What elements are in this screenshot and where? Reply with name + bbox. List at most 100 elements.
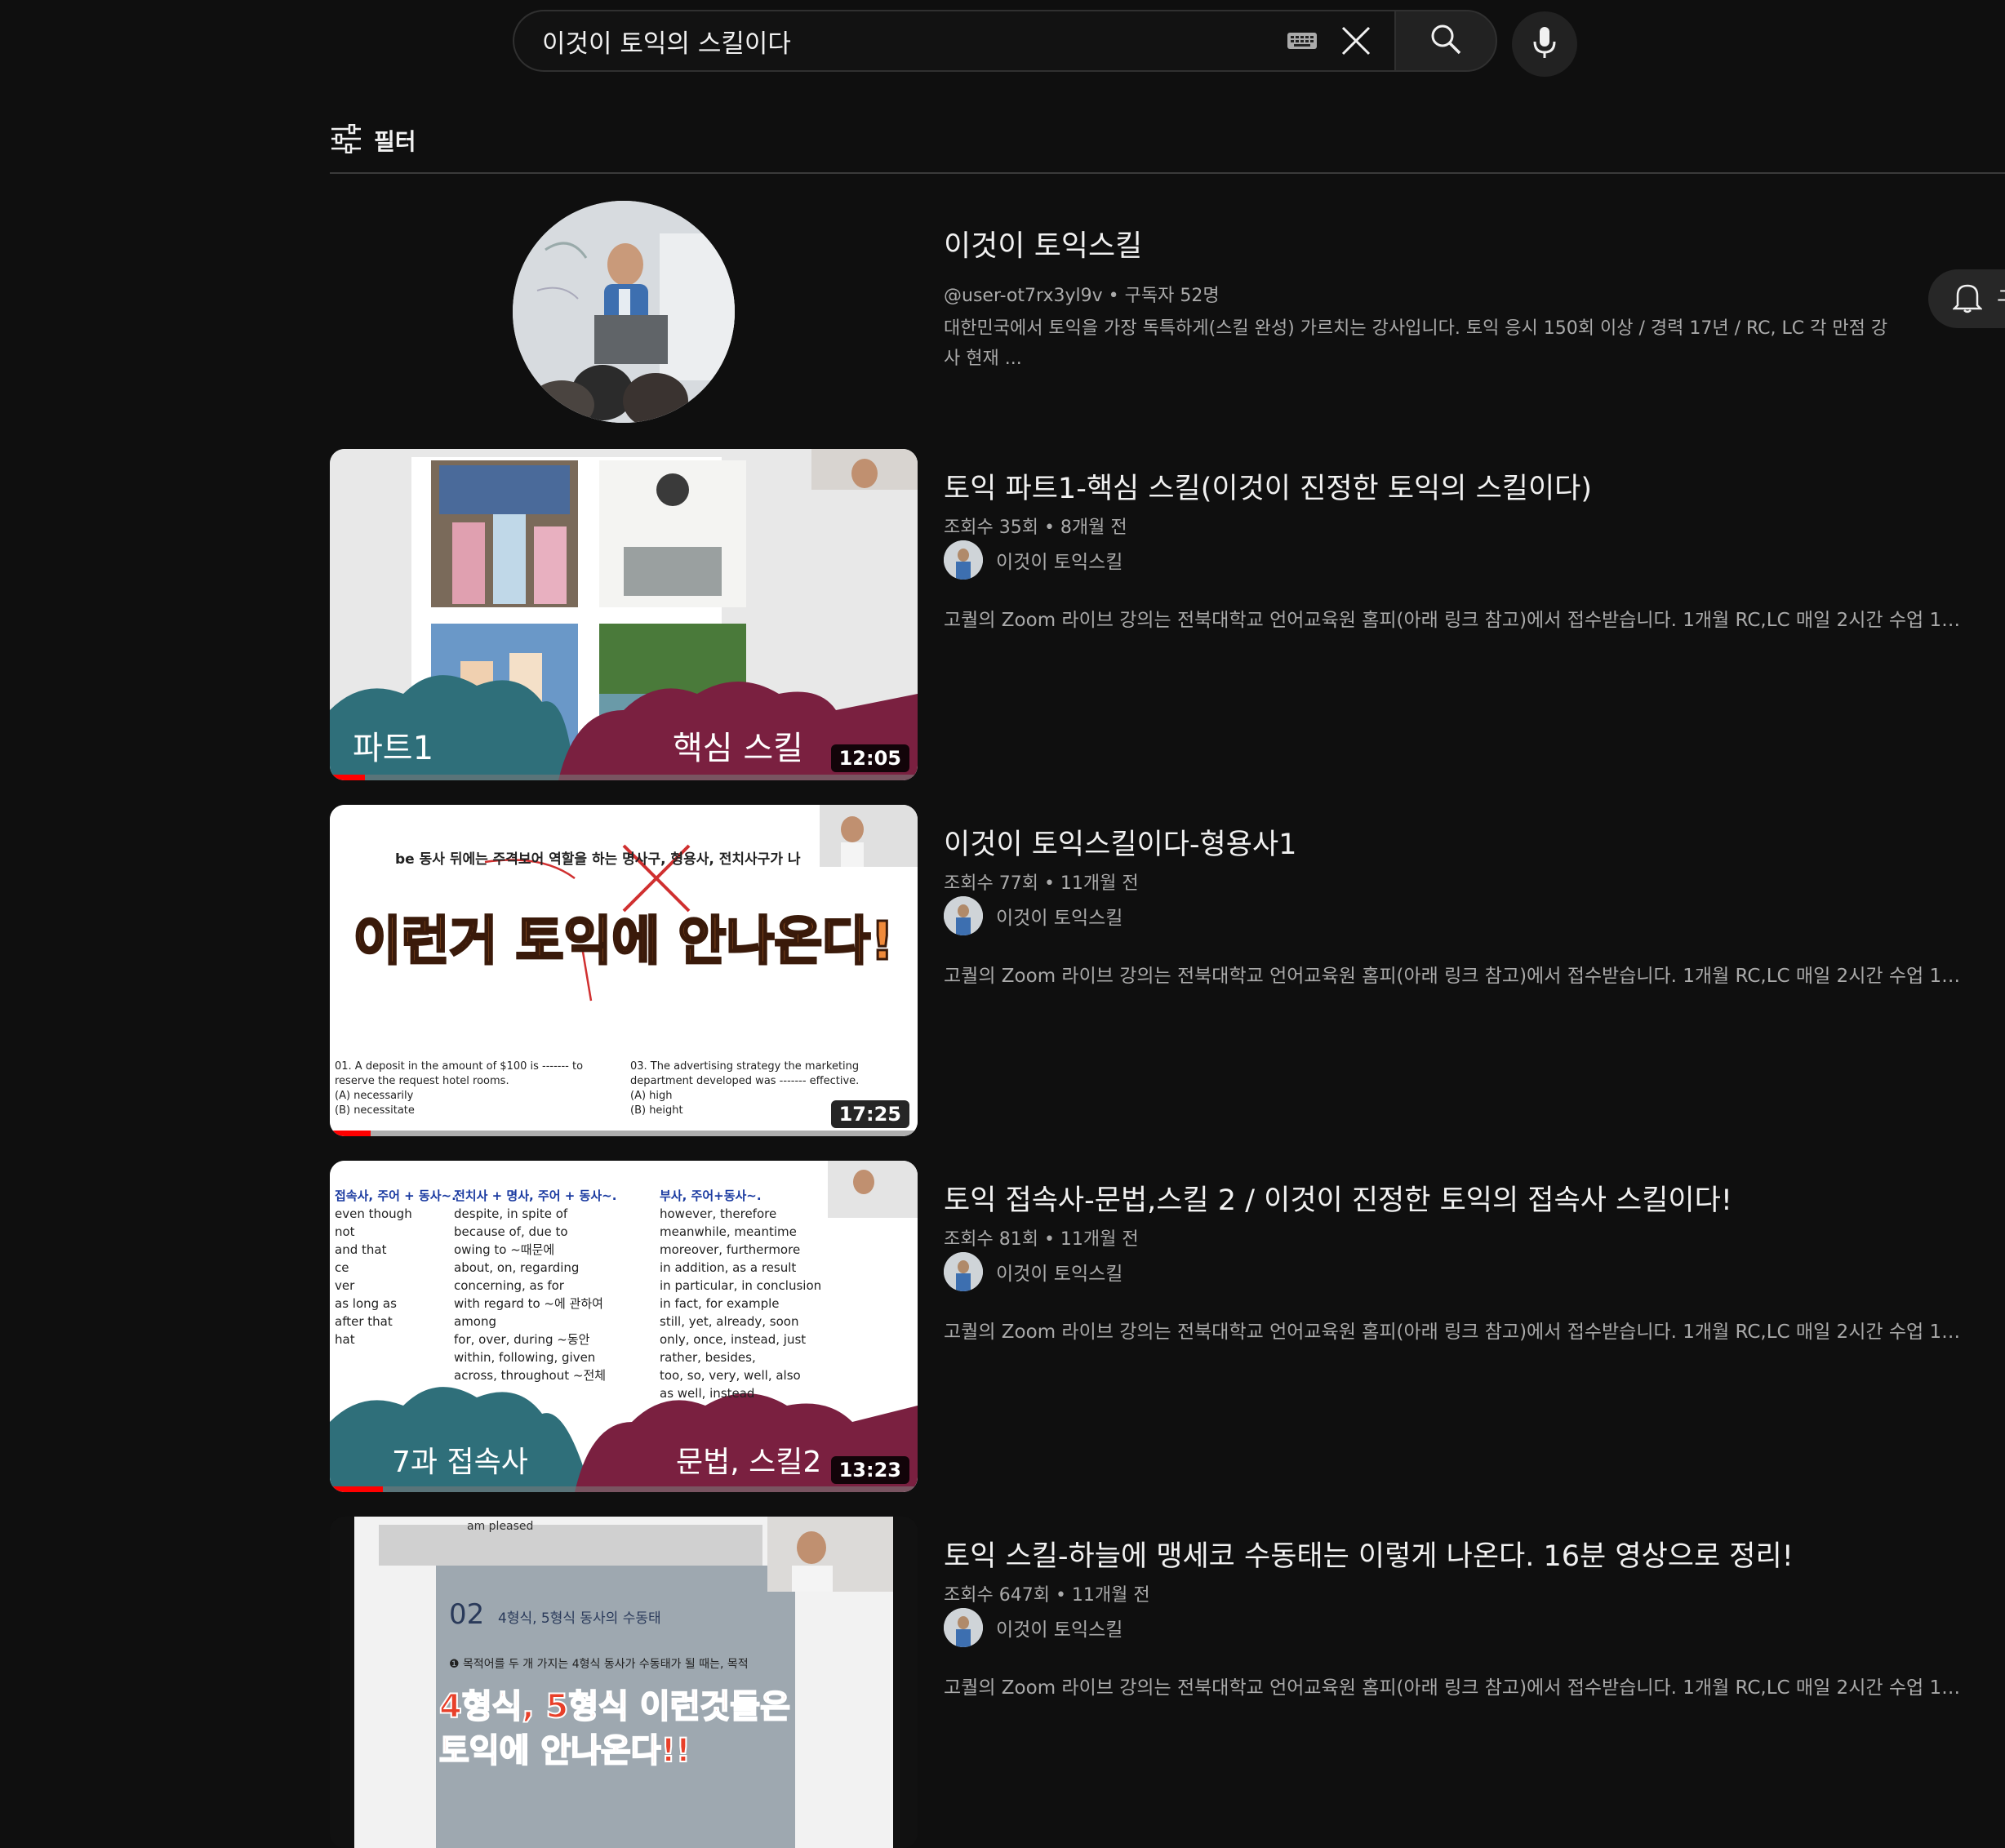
watch-progress-fill bbox=[330, 775, 366, 780]
video-title[interactable]: 토익 스킬-하늘에 맹세코 수동태는 이렇게 나온다. 16분 영상으로 정리! bbox=[944, 1533, 1794, 1575]
column-line: in fact, for example bbox=[660, 1296, 780, 1311]
video-age: 11개월 전 bbox=[1060, 873, 1139, 894]
column-heading: 부사, 주어+동사~. bbox=[660, 1188, 762, 1203]
video-channel-name[interactable]: 이것이 토익스킬 bbox=[996, 546, 1123, 574]
keyboard-icon[interactable] bbox=[1287, 31, 1318, 51]
video-title[interactable]: 토익 접속사-문법,스킬 2 / 이것이 진정한 토익의 접속사 스킬이다! bbox=[944, 1177, 1732, 1219]
video-duration: 13:23 bbox=[830, 1456, 909, 1484]
video-description: 고퀄의 Zoom 라이브 강의는 전북대학교 언어교육원 홈피(아래 링크 참고… bbox=[944, 1677, 1964, 1699]
video-meta: 조회수 35회 • 8개월 전 bbox=[944, 518, 1127, 538]
filter-button[interactable]: 필터 bbox=[330, 123, 416, 157]
thumbnail-caption-1: 4형식, 5형식 이런것들은 bbox=[438, 1687, 791, 1726]
video-meta: 조회수 647회 • 11개월 전 bbox=[944, 1585, 1150, 1606]
column-lines: however, therefore meanwhile, meantime mor… bbox=[660, 1205, 831, 1402]
column-line: among bbox=[454, 1314, 497, 1329]
video-age: 11개월 전 bbox=[1071, 1585, 1150, 1606]
filter-label: 필터 bbox=[374, 128, 416, 155]
column-line: in particular, in conclusion bbox=[660, 1278, 822, 1293]
video-item: 파트1 핵심 스킬 12:05 토익 파트1-핵심 스킬(이것이 진정한 토익의… bbox=[330, 449, 2005, 780]
video-channel-name[interactable]: 이것이 토익스킬 bbox=[996, 1614, 1123, 1641]
column-line: rather, besides, bbox=[660, 1350, 756, 1365]
video-duration: 12:05 bbox=[830, 744, 909, 772]
column-line: because of, due to bbox=[454, 1224, 568, 1239]
channel-avatar-small[interactable] bbox=[944, 896, 983, 935]
divider bbox=[330, 172, 2005, 174]
video-channel-name[interactable]: 이것이 토익스킬 bbox=[996, 902, 1123, 930]
column-line: despite, in spite of bbox=[454, 1206, 568, 1221]
column-line: meanwhile, meantime bbox=[660, 1224, 797, 1239]
channel-avatar-small[interactable] bbox=[944, 1252, 983, 1291]
video-item: be 동사 뒤에는 주격보어 역할을 하는 명사구, 형용사, 전치사구가 나 … bbox=[330, 805, 2005, 1136]
column-lines: even though not and that ce ver as long as aft… bbox=[335, 1205, 457, 1348]
column-line: ver bbox=[335, 1278, 355, 1293]
channel-name[interactable]: 이것이 토익스킬 bbox=[944, 222, 1142, 264]
video-age: 11개월 전 bbox=[1060, 1229, 1139, 1250]
column-line: only, once, instead, just bbox=[660, 1332, 807, 1347]
video-views: 조회수 77회 bbox=[944, 873, 1038, 894]
video-description: 고퀄의 Zoom 라이브 강의는 전북대학교 언어교육원 홈피(아래 링크 참고… bbox=[944, 610, 1964, 631]
video-channel[interactable]: 이것이 토익스킬 bbox=[944, 896, 1123, 935]
video-thumbnail[interactable]: 파트1 핵심 스킬 12:05 bbox=[330, 449, 918, 780]
channel-description: 대한민국에서 토익을 가장 독특하게(스킬 완성) 가르치는 강사입니다. 토익… bbox=[944, 318, 1888, 369]
thumbnail-section-title: 4형식, 5형식 동사의 수동태 bbox=[498, 1610, 661, 1627]
subscribe-label: 구 bbox=[1997, 282, 2005, 315]
question-text: 01. A deposit in the amount of $100 is -… bbox=[335, 1060, 584, 1087]
thumbnail-caption: 이런거 토익에 안나온다! bbox=[352, 911, 896, 974]
thumbnail-left-text: 파트1 bbox=[353, 730, 434, 767]
filter-sliders-icon bbox=[330, 123, 362, 157]
video-title[interactable]: 토익 파트1-핵심 스킬(이것이 진정한 토익의 스킬이다) bbox=[944, 465, 1592, 507]
column-heading: 전치사 + 명사, 주어 + 동사~. bbox=[454, 1188, 617, 1203]
column-line: in addition, as a result bbox=[660, 1260, 797, 1275]
thumbnail-left-text: 7과 접속사 bbox=[392, 1446, 528, 1479]
watch-progress-bar bbox=[330, 775, 918, 780]
video-channel[interactable]: 이것이 토익스킬 bbox=[944, 1608, 1123, 1647]
channel-subscribers: 구독자 52명 bbox=[1124, 286, 1220, 306]
search-icon bbox=[1429, 23, 1462, 59]
column-line: even though bbox=[335, 1206, 412, 1221]
column-line: owing to ~때문에 bbox=[454, 1242, 555, 1257]
bell-icon bbox=[1951, 281, 1984, 317]
column-lines: despite, in spite of because of, due to ow… bbox=[454, 1205, 650, 1384]
thumbnail-column-1: 접속사, 주어 + 동사~. even though not and that ce v… bbox=[335, 1187, 457, 1348]
column-heading: 접속사, 주어 + 동사~. bbox=[335, 1188, 456, 1203]
thumbnail-question-1: 01. A deposit in the amount of $100 is -… bbox=[335, 1059, 612, 1118]
watch-progress-bar bbox=[330, 1131, 918, 1136]
video-views: 조회수 647회 bbox=[944, 1585, 1050, 1606]
channel-avatar-small[interactable] bbox=[944, 1608, 983, 1647]
column-line: after that bbox=[335, 1314, 393, 1329]
thumbnail-column-3: 부사, 주어+동사~. however, therefore meanwhile,… bbox=[660, 1187, 831, 1402]
channel-avatar[interactable] bbox=[513, 201, 735, 423]
column-line: too, so, very, well, also bbox=[660, 1368, 801, 1383]
close-icon[interactable] bbox=[1339, 24, 1373, 58]
meta-separator: • bbox=[1108, 286, 1119, 306]
column-line: about, on, regarding bbox=[454, 1260, 580, 1275]
column-line: hat bbox=[335, 1332, 355, 1347]
video-item: am pleased 02 4형식, 5형식 동사의 수동태 ❶ 목적어를 두 … bbox=[330, 1517, 2005, 1848]
video-channel[interactable]: 이것이 토익스킬 bbox=[944, 540, 1123, 580]
subscribe-button[interactable]: 구 bbox=[1928, 269, 2005, 328]
column-line: across, throughout ~전체 bbox=[454, 1368, 607, 1383]
channel-avatar-small[interactable] bbox=[944, 540, 983, 580]
column-line: for, over, during ~동안 bbox=[454, 1332, 590, 1347]
search-input[interactable] bbox=[540, 16, 1287, 66]
video-meta: 조회수 77회 • 11개월 전 bbox=[944, 873, 1139, 894]
video-views: 조회수 35회 bbox=[944, 518, 1038, 538]
voice-search-button[interactable] bbox=[1512, 11, 1577, 77]
thumbnail-caption-2: 토익에 안나온다!! bbox=[438, 1731, 691, 1770]
column-line: and that bbox=[335, 1242, 387, 1257]
video-age: 8개월 전 bbox=[1060, 518, 1127, 538]
thumbnail-right-text: 문법, 스킬2 bbox=[676, 1446, 822, 1479]
video-description: 고퀄의 Zoom 라이브 강의는 전북대학교 언어교육원 홈피(아래 링크 참고… bbox=[944, 1322, 1964, 1343]
search-button[interactable] bbox=[1394, 10, 1497, 72]
video-thumbnail[interactable]: 접속사, 주어 + 동사~. even though not and that ce v… bbox=[330, 1161, 918, 1492]
video-thumbnail[interactable]: am pleased 02 4형식, 5형식 동사의 수동태 ❶ 목적어를 두 … bbox=[330, 1517, 918, 1848]
mic-icon bbox=[1532, 25, 1558, 63]
thumbnail-top-text: be 동사 뒤에는 주격보어 역할을 하는 명사구, 형용사, 전치사구가 나 bbox=[395, 851, 801, 868]
thumbnail-column-2: 전치사 + 명사, 주어 + 동사~. despite, in spite of… bbox=[454, 1187, 650, 1384]
video-thumbnail[interactable]: be 동사 뒤에는 주격보어 역할을 하는 명사구, 형용사, 전치사구가 나 … bbox=[330, 805, 918, 1136]
video-channel-name[interactable]: 이것이 토익스킬 bbox=[996, 1258, 1123, 1286]
video-views: 조회수 81회 bbox=[944, 1229, 1038, 1250]
thumbnail-body-text: ❶ 목적어를 두 개 가지는 4형식 동사가 수동태가 될 때는, 목적 bbox=[449, 1658, 749, 1671]
video-title[interactable]: 이것이 토익스킬이다-형용사1 bbox=[944, 821, 1296, 863]
video-channel[interactable]: 이것이 토익스킬 bbox=[944, 1252, 1123, 1291]
